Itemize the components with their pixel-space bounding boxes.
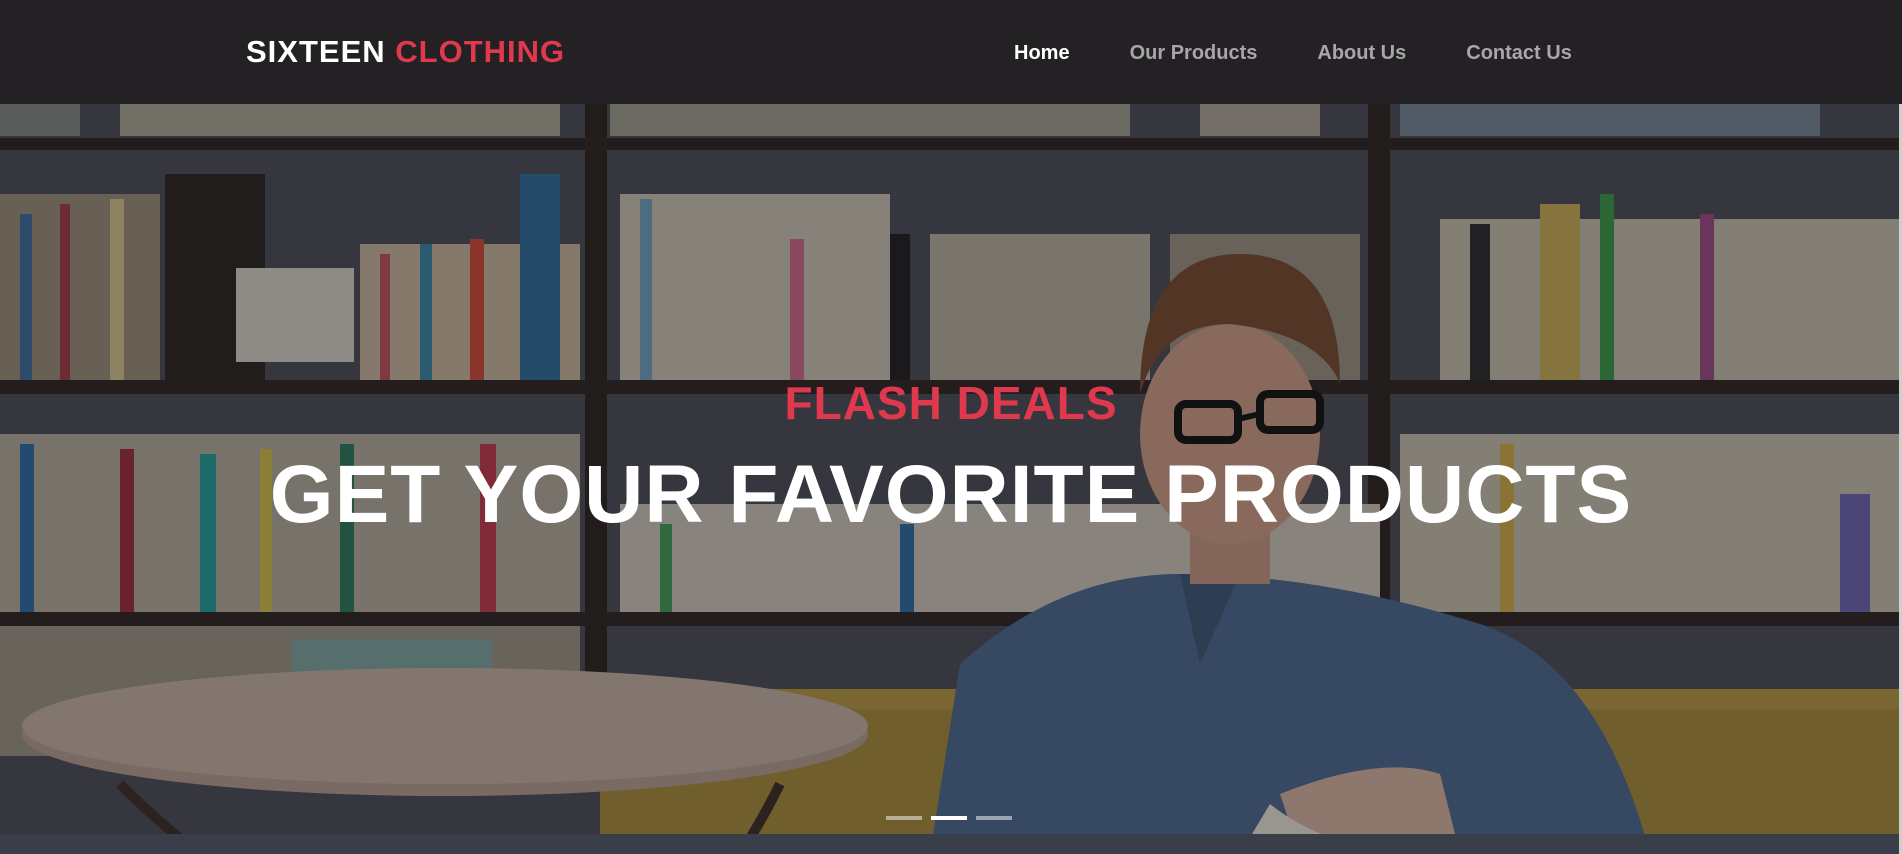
- brand-name-accent: CLOTHING: [395, 34, 566, 69]
- hero-subtitle: FLASH DEALS: [784, 377, 1118, 429]
- carousel-indicator-1[interactable]: [886, 816, 922, 820]
- nav-home[interactable]: Home: [1014, 42, 1070, 65]
- carousel-indicator-3[interactable]: [976, 816, 1012, 820]
- hero-banner: FLASH DEALS GET YOUR FAVORITE PRODUCTS: [0, 104, 1902, 854]
- nav-our-products[interactable]: Our Products: [1130, 42, 1258, 65]
- carousel-indicators: [886, 816, 1012, 820]
- nav-about-us[interactable]: About Us: [1317, 42, 1406, 65]
- page: SIXTEEN CLOTHING Home Our Products About…: [0, 0, 1902, 854]
- top-navbar: SIXTEEN CLOTHING Home Our Products About…: [0, 0, 1902, 104]
- carousel-indicator-2[interactable]: [931, 816, 967, 820]
- nav-contact-us[interactable]: Contact Us: [1466, 42, 1572, 65]
- main-nav: Home Our Products About Us Contact Us: [1014, 42, 1572, 65]
- hero-title: GET YOUR FAVORITE PRODUCTS: [269, 449, 1633, 540]
- brand-logo[interactable]: SIXTEEN CLOTHING: [246, 34, 565, 70]
- brand-name-primary: SIXTEEN: [246, 34, 386, 69]
